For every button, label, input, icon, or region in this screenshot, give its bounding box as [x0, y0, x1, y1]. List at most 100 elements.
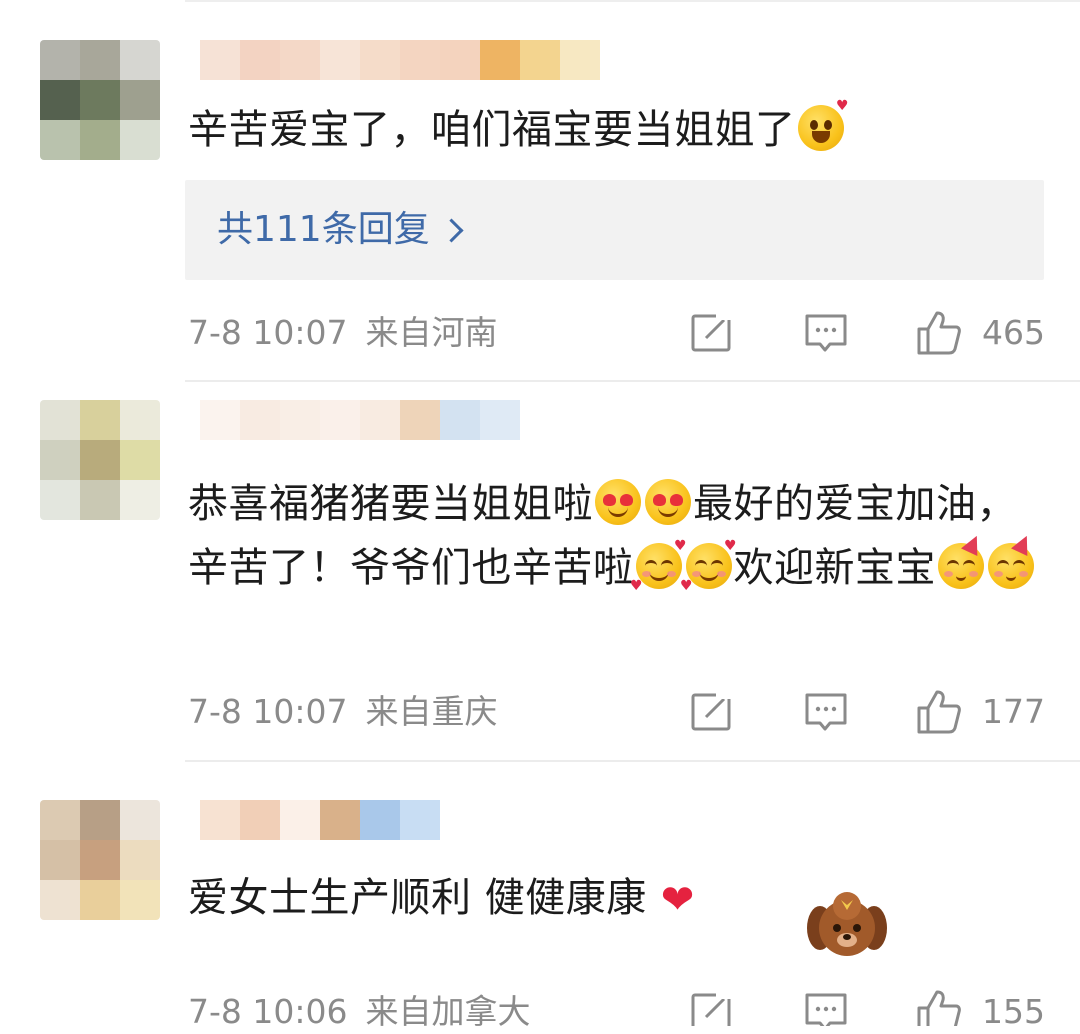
- avatar-pixel: [120, 840, 160, 880]
- username-blurred[interactable]: [200, 800, 440, 840]
- comment-meta: 7-8 10:06 来自加拿大: [188, 990, 531, 1034]
- avatar[interactable]: [40, 800, 160, 920]
- username-pixel: [360, 40, 400, 80]
- avatar-pixel: [120, 40, 160, 80]
- like-count: 465: [982, 313, 1045, 352]
- username-pixel: [280, 400, 320, 440]
- avatar-pixel: [80, 800, 120, 840]
- username-blurred[interactable]: [200, 400, 520, 440]
- username-pixel: [200, 40, 240, 80]
- avatar-pixel: [80, 40, 120, 80]
- puppy-sticker: [806, 892, 888, 966]
- username-pixel: [320, 800, 360, 840]
- username-pixel: [240, 800, 280, 840]
- avatar-pixel: [120, 480, 160, 520]
- avatar-pixel: [120, 440, 160, 480]
- party-emoji: [988, 532, 1035, 589]
- username-pixel: [400, 40, 440, 80]
- comment-text: 辛苦爱宝了，咱们福宝要当姐姐了 ♥: [188, 98, 1038, 162]
- comment-location: 来自重庆: [365, 692, 498, 731]
- username-pixel: [280, 40, 320, 80]
- avatar-pixel: [80, 440, 120, 480]
- avatar-pixel: [40, 120, 80, 160]
- heart-eyes-emoji: [595, 479, 641, 525]
- comment-time: 7-8 10:07: [188, 313, 348, 352]
- party-emoji: [938, 532, 985, 589]
- thumbs-up-icon[interactable]: [915, 988, 963, 1026]
- thumbs-up-icon[interactable]: [915, 309, 963, 357]
- avatar-pixel: [120, 80, 160, 120]
- comment-item-2: 恭喜福猪猪要当姐姐啦 最好的爱宝加油，辛苦了！爷爷们也辛苦啦 ♥ ♥ ♥ ♥ 欢迎新宝宝 7…: [0, 382, 1080, 760]
- username-pixel: [360, 800, 400, 840]
- avatar-pixel: [80, 80, 120, 120]
- avatar-pixel: [40, 40, 80, 80]
- username-pixel: [240, 400, 280, 440]
- comment-icon[interactable]: [804, 990, 848, 1026]
- avatar-pixel: [120, 120, 160, 160]
- repost-icon[interactable]: [690, 990, 734, 1026]
- comment-text-content: 辛苦爱宝了，咱们福宝要当姐姐了: [188, 107, 796, 153]
- username-pixel: [200, 400, 240, 440]
- replies-box[interactable]: 共111条回复: [185, 180, 1044, 280]
- username-pixel: [240, 40, 280, 80]
- username-pixel: [520, 40, 560, 80]
- username-pixel: [320, 400, 360, 440]
- avatar-pixel: [120, 800, 160, 840]
- avatar-pixel: [40, 840, 80, 880]
- username-pixel: [280, 800, 320, 840]
- avatar-pixel: [80, 840, 120, 880]
- avatar-pixel: [40, 800, 80, 840]
- username-pixel: [560, 40, 600, 80]
- username-pixel: [440, 40, 480, 80]
- comment-text-content: 爱女士生产顺利 健健康康: [188, 875, 647, 921]
- laugh-emoji: ♥: [797, 99, 849, 151]
- avatar-pixel: [40, 400, 80, 440]
- smiling-hearts-emoji: ♥ ♥: [679, 538, 738, 594]
- avatar-pixel: [80, 880, 120, 920]
- replies-link[interactable]: 共111条回复: [217, 204, 430, 256]
- username-pixel: [440, 400, 480, 440]
- avatar-pixel: [40, 480, 80, 520]
- comment-item-1: 辛苦爱宝了，咱们福宝要当姐姐了 ♥ 共111条回复 7-8 10:07 来自河南 4…: [0, 0, 1080, 380]
- username-blurred[interactable]: [200, 40, 600, 80]
- smiling-hearts-emoji: ♥ ♥: [629, 538, 688, 594]
- username-pixel: [480, 400, 520, 440]
- avatar-pixel: [120, 880, 160, 920]
- repost-icon[interactable]: [690, 311, 734, 355]
- comment-time: 7-8 10:07: [188, 692, 348, 731]
- username-pixel: [400, 800, 440, 840]
- comment-time: 7-8 10:06: [188, 992, 348, 1031]
- like-count: 177: [982, 692, 1045, 731]
- comment-location: 来自河南: [365, 313, 498, 352]
- comment-item-3: 爱女士生产顺利 健健康康 ❤ 7-8 10:06 来自加拿大 155: [0, 762, 1080, 1031]
- avatar-pixel: [120, 400, 160, 440]
- username-pixel: [480, 40, 520, 80]
- comment-icon[interactable]: [804, 690, 848, 734]
- comment-text: 爱女士生产顺利 健健康康 ❤: [188, 866, 1038, 932]
- heart-eyes-emoji: [645, 479, 691, 525]
- avatar-pixel: [40, 880, 80, 920]
- comment-meta: 7-8 10:07 来自重庆: [188, 690, 498, 734]
- avatar-pixel: [80, 480, 120, 520]
- comment-icon[interactable]: [804, 311, 848, 355]
- comment-text-part-3: 欢迎新宝宝: [733, 545, 936, 591]
- comment-location: 来自加拿大: [365, 992, 531, 1031]
- avatar[interactable]: [40, 40, 160, 160]
- like-count: 155: [982, 992, 1045, 1031]
- avatar[interactable]: [40, 400, 160, 520]
- avatar-pixel: [80, 120, 120, 160]
- username-pixel: [320, 40, 360, 80]
- thumbs-up-icon[interactable]: [915, 688, 963, 736]
- avatar-pixel: [40, 80, 80, 120]
- repost-icon[interactable]: [690, 690, 734, 734]
- username-pixel: [400, 400, 440, 440]
- comment-text-part-1: 恭喜福猪猪要当姐姐啦: [188, 481, 593, 527]
- avatar-pixel: [80, 400, 120, 440]
- username-pixel: [360, 400, 400, 440]
- comment-text: 恭喜福猪猪要当姐姐啦 最好的爱宝加油，辛苦了！爷爷们也辛苦啦 ♥ ♥ ♥ ♥ 欢迎新宝宝: [188, 472, 1038, 600]
- avatar-pixel: [40, 440, 80, 480]
- username-pixel: [200, 800, 240, 840]
- chevron-right-icon: [439, 218, 464, 243]
- red-heart-icon: ❤: [660, 877, 695, 923]
- comment-meta: 7-8 10:07 来自河南: [188, 311, 498, 355]
